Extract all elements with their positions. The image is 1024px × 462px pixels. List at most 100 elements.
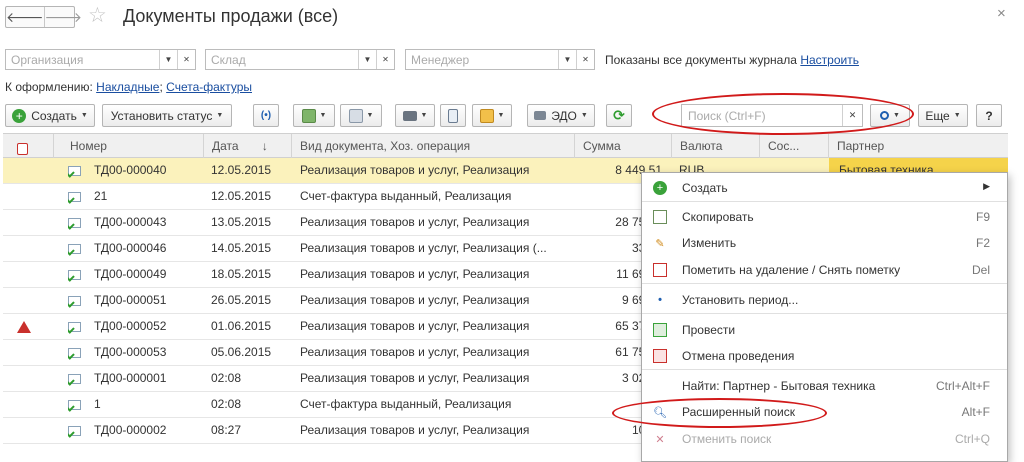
cell-type: Реализация товаров и услуг, Реализация (300, 345, 530, 359)
cell-number: ТД00-000049 (94, 267, 167, 281)
row-doc-icon-cell (68, 210, 81, 235)
attachment-icon (479, 108, 494, 123)
search-clear-icon[interactable]: ✕ (842, 105, 862, 126)
menu-item-edit[interactable]: ✎ Изменить F2 (642, 230, 1007, 256)
column-date-label: Дата (212, 139, 239, 153)
create-icon: + (653, 181, 667, 195)
column-partner[interactable]: Партнер (828, 134, 1008, 158)
menu-item-post[interactable]: Провести (642, 317, 1007, 343)
cell-number: 21 (94, 189, 108, 203)
menu-item-find-partner[interactable]: Найти: Партнер - Бытовая техника Ctrl+Alt… (642, 373, 1007, 399)
period-button[interactable]: (•) (253, 104, 279, 127)
set-status-button[interactable]: Установить статус ▼ (102, 104, 232, 127)
back-button[interactable]: 🡐 (6, 7, 44, 27)
list-button[interactable] (440, 104, 466, 127)
reports-button[interactable]: ▼ (340, 104, 382, 127)
edo-button[interactable]: ЭДО ▼ (527, 104, 595, 127)
posted-document-icon (68, 217, 81, 228)
warehouse-filter[interactable]: Склад ▼ ✕ (205, 49, 395, 70)
clear-icon[interactable]: ✕ (376, 50, 394, 69)
menu-item-create[interactable]: + Создать ▶ (642, 175, 1007, 201)
chevron-down-icon[interactable]: ▼ (358, 50, 376, 69)
print-button[interactable]: ▼ (395, 104, 435, 127)
create-button[interactable]: + Создать ▼ (5, 104, 95, 127)
chevron-down-icon[interactable]: ▼ (558, 50, 576, 69)
edit-icon: ✎ (655, 237, 665, 250)
menu-item-label: Создать (682, 181, 728, 195)
cell-date: 05.06.2015 (211, 345, 272, 359)
row-doc-icon-cell (68, 314, 81, 339)
clear-icon[interactable]: ✕ (177, 50, 195, 69)
organization-input[interactable]: Организация (6, 50, 159, 69)
column-currency[interactable]: Валюта (671, 134, 759, 158)
invoices-link[interactable]: Накладные (96, 80, 159, 94)
cell-number: ТД00-000052 (94, 319, 167, 333)
attachments-button[interactable]: ▼ (472, 104, 512, 127)
cell-number: ТД00-000043 (94, 215, 167, 229)
close-icon[interactable]: × (997, 5, 1006, 22)
cell-number: ТД00-000001 (94, 371, 167, 385)
menu-separator (642, 201, 1007, 202)
cell-type: Счет-фактура выданный, Реализация (300, 397, 512, 411)
organization-filter[interactable]: Организация ▼ ✕ (5, 49, 196, 70)
menu-item-label: Отменить поиск (682, 432, 772, 446)
row-doc-icon-cell (68, 418, 81, 443)
cell-date: 01.06.2015 (211, 319, 272, 333)
menu-item-advanced-search[interactable]: 🔍︎ Расширенный поиск Alt+F (642, 399, 1007, 425)
row-doc-icon-cell (68, 340, 81, 365)
print-docs-button[interactable]: ▼ (293, 104, 335, 127)
favorite-star-icon[interactable]: ☆ (88, 4, 107, 28)
cell-date: 26.05.2015 (211, 293, 272, 307)
cell-date: 14.05.2015 (211, 241, 272, 255)
menu-item-period[interactable]: • Установить период... (642, 287, 1007, 313)
menu-item-label: Пометить на удаление / Снять пометку (682, 263, 901, 277)
posted-document-icon (68, 347, 81, 358)
chevron-down-icon[interactable]: ▼ (159, 50, 177, 69)
table-header: Номер Дата ↓ Вид документа, Хоз. операци… (3, 133, 1008, 158)
search-options-button[interactable]: ▼ (870, 104, 910, 127)
cell-number: ТД00-000040 (94, 163, 167, 177)
manager-input[interactable]: Менеджер (406, 50, 558, 69)
cell-number: ТД00-000002 (94, 423, 167, 437)
warehouse-input[interactable]: Склад (206, 50, 358, 69)
column-number[interactable]: Номер (53, 134, 203, 158)
more-button[interactable]: Еще ▼ (918, 104, 968, 127)
search-input[interactable]: Поиск (Ctrl+F) (682, 105, 842, 126)
menu-item-unpost[interactable]: Отмена проведения (642, 343, 1007, 369)
configure-link[interactable]: Настроить (800, 53, 859, 67)
manager-filter[interactable]: Менеджер ▼ ✕ (405, 49, 595, 70)
document-red-icon (17, 143, 28, 156)
column-sum[interactable]: Сумма (574, 134, 671, 158)
column-status[interactable]: Сос... (759, 134, 828, 158)
help-button[interactable]: ? (976, 104, 1002, 127)
posted-document-icon (68, 373, 81, 384)
column-date[interactable]: Дата ↓ (203, 134, 291, 158)
for-processing: К оформлению: Накладные; Счета-фактуры (5, 80, 252, 94)
forward-button[interactable]: 🡒 (43, 7, 82, 27)
column-doc-icon[interactable] (3, 134, 53, 158)
menu-item-cancel-search: ✕ Отменить поиск Ctrl+Q (642, 426, 1007, 452)
menu-separator (642, 313, 1007, 314)
posted-document-icon (68, 321, 81, 332)
menu-item-label: Расширенный поиск (682, 405, 795, 419)
help-label: ? (985, 108, 993, 123)
column-doc-type[interactable]: Вид документа, Хоз. операция (291, 134, 574, 158)
menu-item-delete-mark[interactable]: Пометить на удаление / Снять пометку Del (642, 257, 1007, 283)
submenu-arrow-icon: ▶ (983, 181, 990, 191)
row-doc-icon-cell (68, 184, 81, 209)
cell-date: 13.05.2015 (211, 215, 272, 229)
clear-icon[interactable]: ✕ (576, 50, 594, 69)
tax-invoices-link[interactable]: Счета-фактуры (166, 80, 252, 94)
menu-item-copy[interactable]: Скопировать F9 (642, 204, 1007, 230)
warning-icon (17, 320, 31, 333)
cell-type: Реализация товаров и услуг, Реализация (300, 423, 530, 437)
posted-document-icon (68, 399, 81, 410)
search-field[interactable]: Поиск (Ctrl+F) ✕ (681, 104, 863, 127)
posted-document-icon (68, 243, 81, 254)
menu-item-shortcut: F9 (975, 210, 990, 224)
refresh-button[interactable]: ⟳ (606, 104, 632, 127)
context-menu: + Создать ▶ Скопировать F9 ✎ Изменить F2 Пометит… (641, 172, 1008, 462)
history-nav: 🡐 🡒 (5, 6, 82, 28)
posted-document-icon (68, 165, 81, 176)
row-doc-icon-cell (68, 262, 81, 287)
